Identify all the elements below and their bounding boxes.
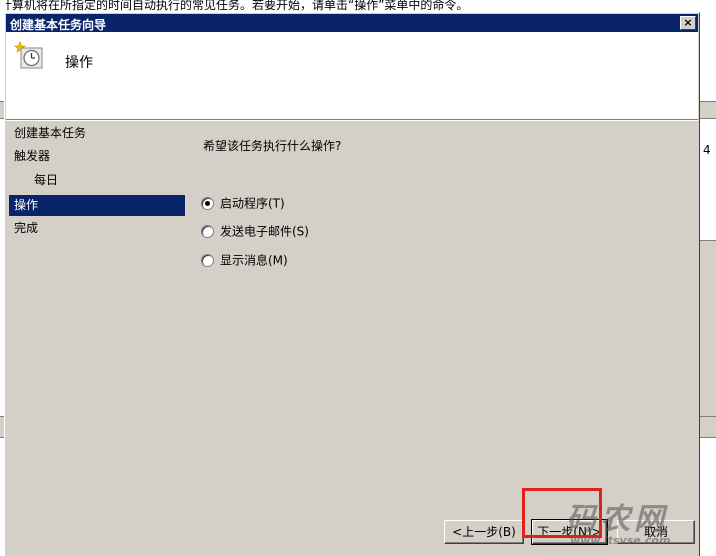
radio-button[interactable] bbox=[201, 225, 214, 238]
nav-step-daily[interactable]: 每日 bbox=[9, 170, 185, 191]
nav-step-finish[interactable]: 完成 bbox=[9, 218, 185, 239]
radio-start-program[interactable]: 启动程序(T) bbox=[201, 194, 285, 212]
background-number: 4 bbox=[703, 143, 711, 157]
watermark-url: www.ltsvse.com bbox=[570, 534, 671, 547]
nav-step-create-basic-task[interactable]: 创建基本任务 bbox=[9, 123, 185, 144]
radio-button-checked[interactable] bbox=[201, 197, 214, 210]
watermark-logo-text: 码农网 bbox=[566, 502, 668, 537]
background-band bbox=[699, 240, 716, 418]
create-basic-task-wizard: 创建基本任务向导 × 操作 创建基本任务 触发器 每日 操作 完成 希望该任务执… bbox=[4, 12, 700, 556]
nav-step-action[interactable]: 操作 bbox=[9, 195, 185, 216]
window-title: 创建基本任务向导 bbox=[10, 18, 107, 32]
back-button[interactable]: <上一步(B) bbox=[444, 520, 524, 544]
radio-display-message[interactable]: 显示消息(M) bbox=[201, 251, 288, 269]
radio-send-email[interactable]: 发送电子邮件(S) bbox=[201, 222, 309, 240]
background-band bbox=[699, 101, 716, 119]
radio-label: 发送电子邮件(S) bbox=[220, 224, 309, 239]
title-bar[interactable]: 创建基本任务向导 × bbox=[6, 14, 698, 32]
background-band bbox=[699, 416, 716, 438]
close-icon: × bbox=[683, 16, 693, 29]
wizard-header: 操作 bbox=[6, 32, 698, 119]
radio-button[interactable] bbox=[201, 254, 214, 267]
page-title: 操作 bbox=[65, 55, 93, 71]
clock-task-icon bbox=[14, 41, 43, 69]
header-divider bbox=[6, 119, 698, 121]
nav-step-trigger[interactable]: 触发器 bbox=[9, 146, 185, 167]
close-button[interactable]: × bbox=[680, 16, 696, 30]
watermark: 码农网 www.ltsvse.com bbox=[560, 494, 710, 550]
background-status-text: 计算机将在所指定的时间自动执行的常见任务。若要开始，请单击“操作”菜单中的命令。 bbox=[0, 0, 716, 12]
action-question: 希望该任务执行什么操作? bbox=[203, 139, 342, 153]
radio-label: 显示消息(M) bbox=[220, 253, 288, 268]
background-window-right: 4 bbox=[699, 0, 716, 556]
radio-label: 启动程序(T) bbox=[220, 196, 285, 211]
